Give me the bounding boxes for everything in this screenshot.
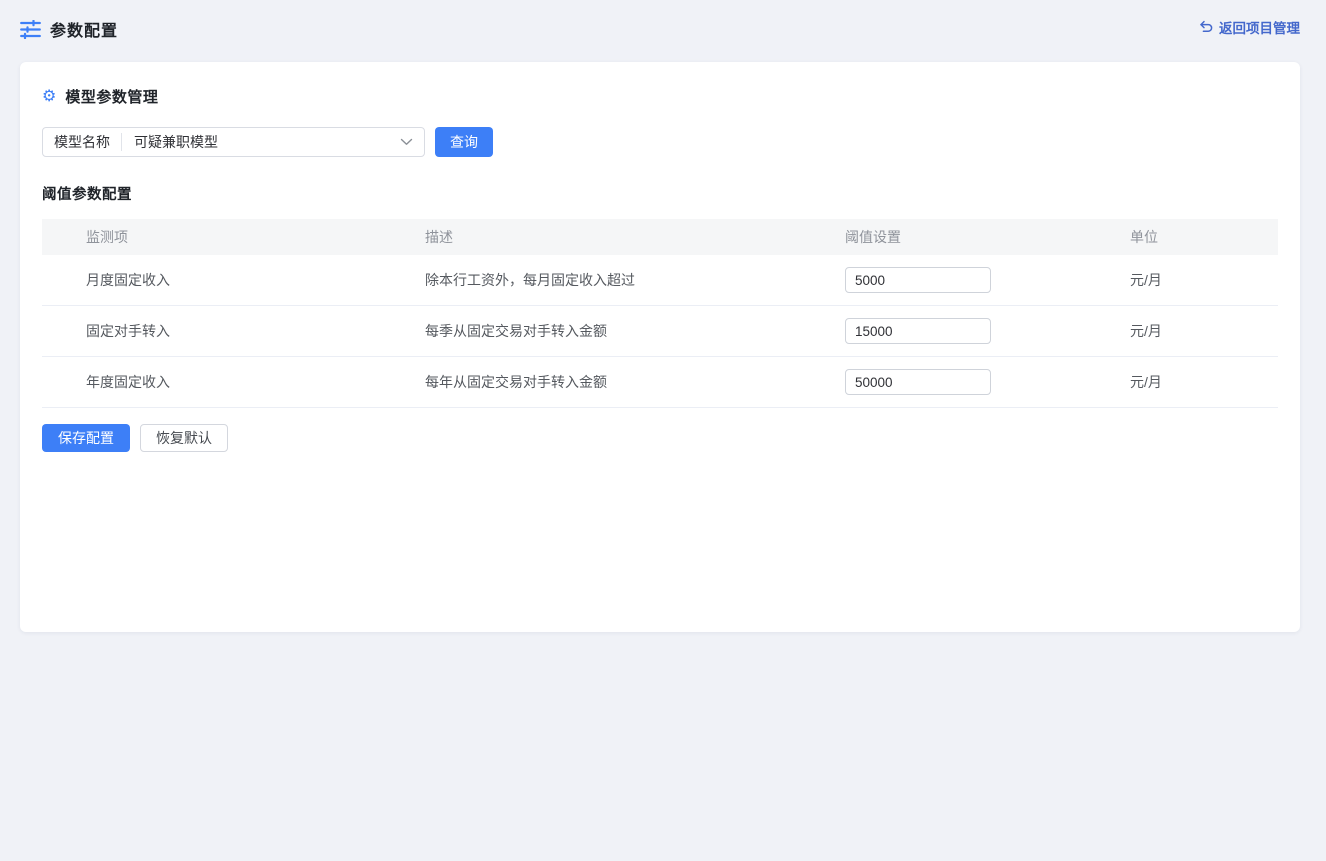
row-unit: 元/月 [1114,372,1278,392]
model-parameter-card: ⚙ 模型参数管理 模型名称 可疑兼职模型 查询 阈值参数配置 监测项 描述 阈值… [20,62,1300,632]
top-bar: 参数配置 返回项目管理 [0,0,1326,62]
sliders-icon [20,20,41,39]
table-row: 年度固定收入 每年从固定交易对手转入金额 元/月 [42,357,1278,408]
table-body: 月度固定收入 除本行工资外，每月固定收入超过 元/月 固定对手转入 每季从固定交… [42,255,1278,408]
row-description: 每季从固定交易对手转入金额 [409,321,829,341]
col-header-unit: 单位 [1114,227,1278,247]
save-config-button[interactable]: 保存配置 [42,424,130,452]
page-title: 参数配置 [50,17,118,41]
model-name-select[interactable]: 模型名称 可疑兼职模型 [42,127,425,157]
gear-icon: ⚙ [42,89,56,105]
chevron-down-icon [400,138,424,146]
col-header-item: 监测项 [42,227,409,247]
row-monitor-item: 年度固定收入 [42,372,409,392]
row-monitor-item: 月度固定收入 [42,270,409,290]
threshold-input[interactable] [845,267,991,293]
back-to-project-link[interactable]: 返回项目管理 [1199,17,1300,37]
model-name-value: 可疑兼职模型 [122,132,400,152]
row-description: 除本行工资外，每月固定收入超过 [409,270,829,290]
table-header-row: 监测项 描述 阈值设置 单位 [42,219,1278,255]
threshold-input[interactable] [845,318,991,344]
table-row: 月度固定收入 除本行工资外，每月固定收入超过 元/月 [42,255,1278,306]
row-description: 每年从固定交易对手转入金额 [409,372,829,392]
col-header-threshold: 阈值设置 [829,227,1114,247]
row-monitor-item: 固定对手转入 [42,321,409,341]
query-button[interactable]: 查询 [435,127,493,157]
restore-default-button[interactable]: 恢复默认 [140,424,228,452]
row-unit: 元/月 [1114,270,1278,290]
threshold-section-title: 阈值参数配置 [42,183,1278,204]
table-row: 固定对手转入 每季从固定交易对手转入金额 元/月 [42,306,1278,357]
undo-arrow-icon [1199,20,1213,34]
threshold-input[interactable] [845,369,991,395]
threshold-table: 监测项 描述 阈值设置 单位 月度固定收入 除本行工资外，每月固定收入超过 元/… [42,219,1278,408]
back-link-label: 返回项目管理 [1219,17,1300,37]
model-name-label: 模型名称 [43,128,121,156]
col-header-desc: 描述 [409,227,829,247]
row-unit: 元/月 [1114,321,1278,341]
card-title: 模型参数管理 [65,86,158,107]
